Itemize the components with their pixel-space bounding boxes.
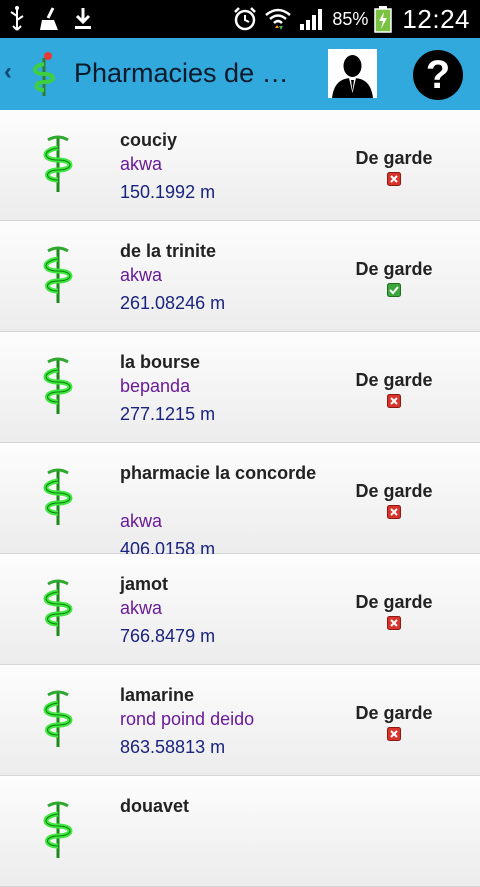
pharmacy-name: jamot: [120, 574, 169, 594]
battery-percent: 85%: [332, 8, 369, 29]
on-duty-status: De garde: [348, 703, 440, 741]
cross-icon: [387, 727, 401, 741]
pharmacy-caduceus-icon: [34, 800, 82, 860]
pharmacy-caduceus-icon: [34, 245, 82, 305]
app-title: Pharmacies de G…: [74, 58, 302, 88]
pharmacy-area: akwa: [120, 511, 163, 531]
help-button[interactable]: ?: [413, 50, 463, 100]
pharmacy-name: douavet: [120, 796, 190, 816]
pharmacy-distance: 277.1215 m: [120, 404, 216, 424]
signal-icon: [300, 9, 323, 30]
pharmacy-row[interactable]: la bourse bepanda 277.1215 m De garde: [0, 332, 480, 443]
pharmacy-row[interactable]: douavet: [0, 776, 480, 887]
alarm-icon: [234, 7, 257, 31]
check-icon: [387, 283, 401, 297]
cross-icon: [387, 394, 401, 408]
battery-charging-icon: [374, 6, 393, 33]
on-duty-label: De garde: [355, 481, 433, 501]
cross-icon: [387, 616, 401, 630]
pharmacy-row[interactable]: lamarine rond poind deido 863.58813 m De ga…: [0, 665, 480, 776]
pharmacy-logo-icon[interactable]: [28, 50, 60, 98]
pharmacy-row[interactable]: pharmacie la concorde akwa 406.0158 m De ga…: [0, 443, 480, 559]
on-duty-label: De garde: [355, 592, 433, 612]
pharmacy-area: bepanda: [120, 376, 191, 396]
pharmacy-name: couciy: [120, 130, 178, 150]
pharmacy-row[interactable]: de la trinite akwa 261.08246 m De garde: [0, 221, 480, 332]
usb-icon: [10, 6, 24, 31]
on-duty-label: De garde: [355, 370, 433, 390]
pharmacy-distance: 150.1992 m: [120, 182, 216, 202]
pharmacy-caduceus-icon: [34, 578, 82, 638]
cross-icon: [387, 172, 401, 186]
download-icon: [75, 8, 91, 29]
on-duty-status: De garde: [348, 259, 440, 297]
on-duty-status: De garde: [348, 592, 440, 630]
pharmacy-area: rond poind deido: [120, 709, 255, 729]
wifi-icon: [265, 8, 292, 30]
on-duty-status: De garde: [348, 370, 440, 408]
pharmacy-name: pharmacie la concorde: [120, 463, 317, 483]
pharmacy-list: couciy akwa 150.1992 m De garde de la trinit…: [0, 110, 480, 887]
pharmacy-area: akwa: [120, 598, 163, 618]
pharmacy-caduceus-icon: [34, 134, 82, 194]
pharmacy-row[interactable]: jamot akwa 766.8479 m De garde: [0, 554, 480, 665]
on-duty-label: De garde: [355, 703, 433, 723]
cleaner-icon: [40, 7, 58, 30]
pharmacy-area: akwa: [120, 154, 163, 174]
pharmacy-distance: 863.58813 m: [120, 737, 226, 757]
user-avatar-icon: [332, 55, 373, 98]
pharmacy-distance: 766.8479 m: [120, 626, 216, 646]
clock: 12:24: [402, 3, 470, 34]
action-bar: ‹ Pharmacies de G…: [0, 38, 480, 110]
profile-button[interactable]: [328, 49, 377, 98]
cross-icon: [387, 505, 401, 519]
pharmacy-distance: 261.08246 m: [120, 293, 226, 313]
pharmacy-name: la bourse: [120, 352, 201, 372]
pharmacy-row[interactable]: couciy akwa 150.1992 m De garde: [0, 110, 480, 221]
question-mark-icon: ?: [425, 53, 451, 97]
pharmacy-name: de la trinite: [120, 241, 217, 261]
on-duty-status: De garde: [348, 481, 440, 519]
on-duty-label: De garde: [355, 259, 433, 279]
pharmacy-caduceus-icon: [34, 356, 82, 416]
pharmacy-caduceus-icon: [34, 467, 82, 527]
pharmacy-name: lamarine: [120, 685, 195, 705]
on-duty-status: De garde: [348, 148, 440, 186]
on-duty-label: De garde: [355, 148, 433, 168]
pharmacy-area: akwa: [120, 265, 163, 285]
pharmacy-caduceus-icon: [34, 689, 82, 749]
status-bar: 85% 12:24: [0, 0, 480, 38]
back-chevron-icon[interactable]: ‹: [4, 58, 12, 86]
